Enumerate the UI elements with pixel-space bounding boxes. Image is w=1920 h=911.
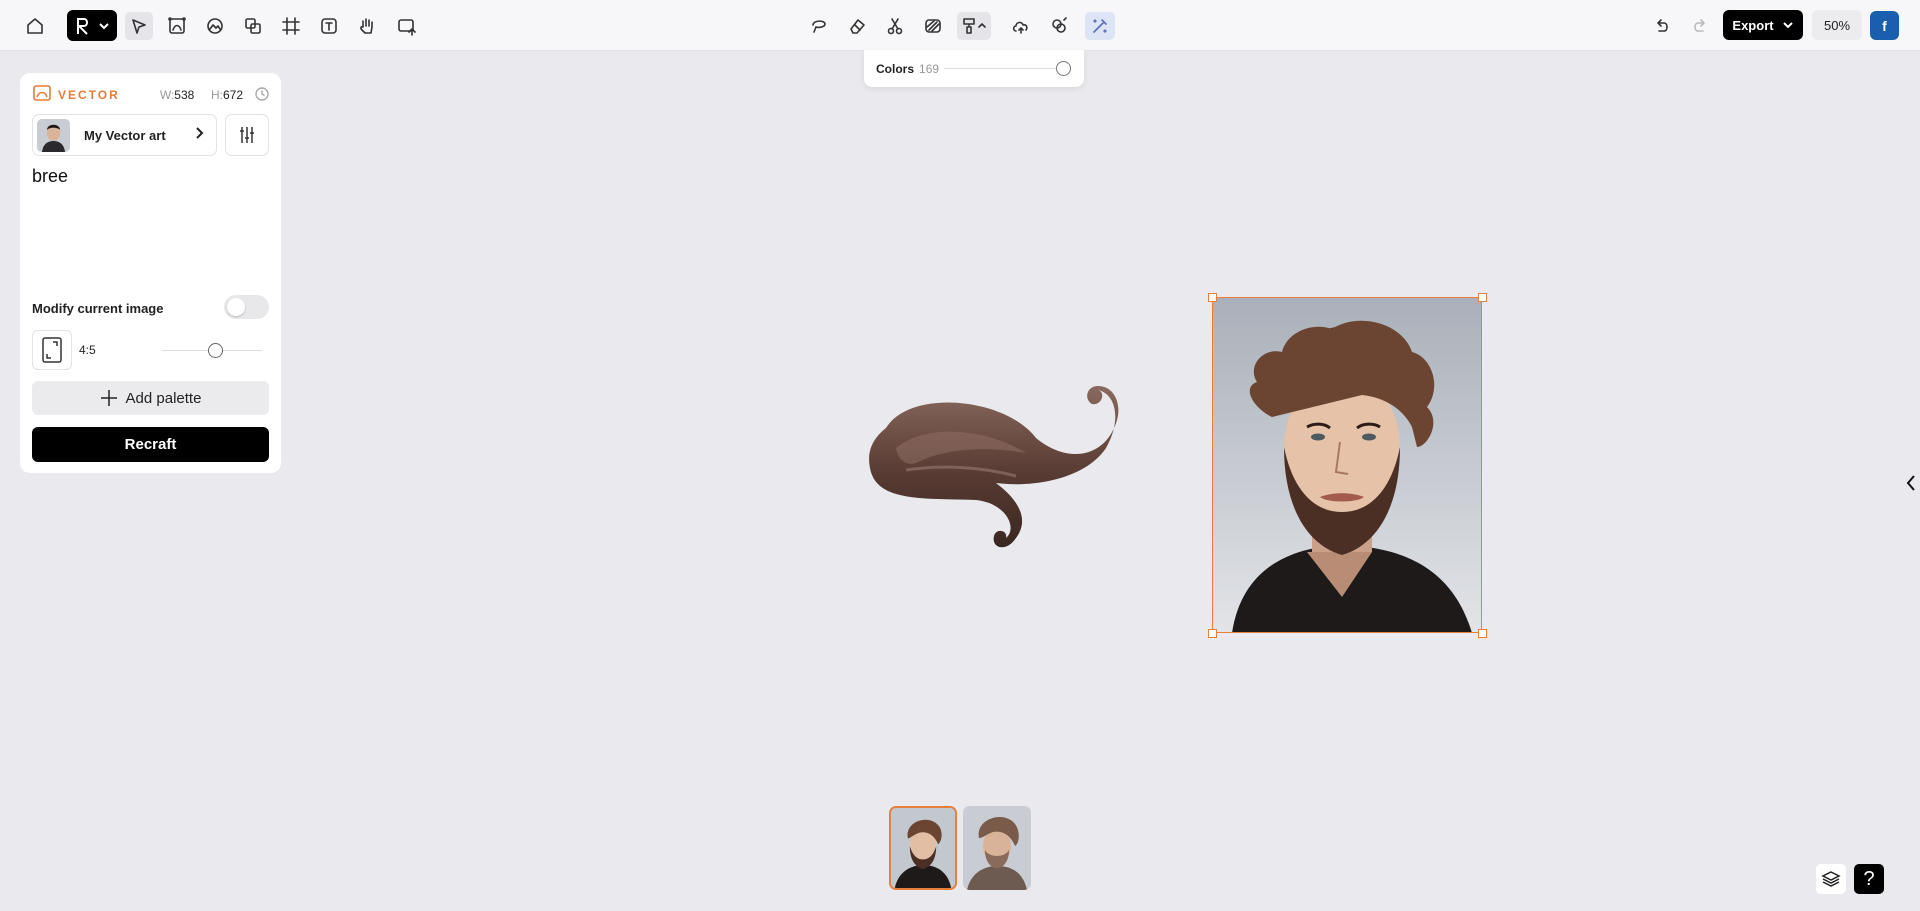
selection-frame <box>1212 297 1482 633</box>
vectorize-icon[interactable] <box>163 12 191 40</box>
eraser-icon[interactable] <box>843 12 871 40</box>
aspect-ratio-icon <box>42 337 62 363</box>
right-panel-toggle[interactable] <box>1903 473 1919 493</box>
vector-icon <box>32 84 52 107</box>
variant-thumbnail-1[interactable] <box>889 806 957 890</box>
chevron-down-icon <box>1782 22 1793 29</box>
zoom-level-button[interactable]: 50% <box>1812 10 1862 40</box>
frame-icon[interactable] <box>277 12 305 40</box>
aspect-ratio-button[interactable] <box>32 330 72 370</box>
history-icon[interactable] <box>255 87 269 106</box>
brand-menu-button[interactable] <box>67 10 117 41</box>
brand-logo-icon <box>76 17 88 35</box>
style-settings-button[interactable] <box>225 114 269 156</box>
colors-label: Colors <box>876 61 915 76</box>
layers-icon <box>1821 871 1841 887</box>
style-selector[interactable]: My Vector art <box>32 114 217 156</box>
panel-header: VECTOR W:538 H:672 <box>32 84 269 107</box>
chevron-down-icon <box>99 22 109 29</box>
width-value[interactable]: 538 <box>174 88 194 102</box>
modify-image-toggle[interactable] <box>224 295 269 319</box>
modify-image-label: Modify current image <box>32 301 164 316</box>
mockup-icon[interactable] <box>239 12 267 40</box>
undo-icon[interactable] <box>1648 12 1676 40</box>
account-avatar[interactable]: f <box>1870 11 1899 40</box>
add-palette-label: Add palette <box>125 389 202 407</box>
prompt-input[interactable] <box>32 166 269 266</box>
help-button[interactable]: ? <box>1854 864 1884 894</box>
lasso-icon[interactable] <box>805 12 833 40</box>
style-thumbnail <box>37 118 70 152</box>
select-tool-icon[interactable] <box>125 12 153 40</box>
upscale-icon[interactable] <box>1007 12 1035 40</box>
sliders-icon <box>240 127 254 143</box>
generation-panel: VECTOR W:538 H:672 My Vector art Modify … <box>20 73 281 473</box>
aspect-ratio-label: 4:5 <box>79 343 96 357</box>
colors-slider-track[interactable] <box>944 68 1062 69</box>
recraft-button[interactable]: Recraft <box>32 427 269 462</box>
scissors-icon[interactable] <box>881 12 909 40</box>
hand-icon[interactable] <box>353 12 381 40</box>
export-button[interactable]: Export <box>1723 10 1803 40</box>
resize-handle-top-left[interactable] <box>1208 293 1217 302</box>
export-label: Export <box>1732 17 1774 33</box>
swirl-vector-art[interactable] <box>866 368 1151 560</box>
plus-icon <box>100 390 117 406</box>
layers-button[interactable] <box>1816 864 1846 894</box>
home-icon[interactable] <box>21 12 49 40</box>
text-icon[interactable] <box>315 12 343 40</box>
height-value[interactable]: 672 <box>223 88 243 102</box>
colors-popover: Colors 169 <box>864 50 1084 87</box>
add-palette-button[interactable]: Add palette <box>32 381 269 415</box>
chevron-left-icon <box>1906 475 1915 491</box>
dimensions: W:538 H:672 <box>159 88 243 102</box>
top-toolbar: Export 50% f <box>0 0 1920 51</box>
similar-icon[interactable] <box>1045 12 1073 40</box>
resize-handle-bottom-right[interactable] <box>1478 629 1487 638</box>
resize-handle-top-right[interactable] <box>1478 293 1487 302</box>
resize-handle-bottom-left[interactable] <box>1208 629 1217 638</box>
colors-palette-icon[interactable] <box>957 12 991 40</box>
redo-icon[interactable] <box>1686 12 1714 40</box>
style-name: My Vector art <box>84 127 166 143</box>
generate-image-icon[interactable] <box>201 12 229 40</box>
colors-slider-knob[interactable] <box>1056 61 1071 76</box>
aspect-ratio-slider-knob[interactable] <box>208 343 223 358</box>
question-mark-icon: ? <box>1863 867 1875 890</box>
upload-image-icon[interactable] <box>393 12 421 40</box>
variant-thumbnail-2[interactable] <box>963 806 1031 890</box>
chevron-right-icon <box>192 126 216 145</box>
mode-label: VECTOR <box>58 88 120 102</box>
colors-count: 169 <box>919 61 940 76</box>
remove-background-icon[interactable] <box>919 12 947 40</box>
toggle-knob <box>227 298 245 316</box>
magic-edit-icon[interactable] <box>1085 12 1115 40</box>
